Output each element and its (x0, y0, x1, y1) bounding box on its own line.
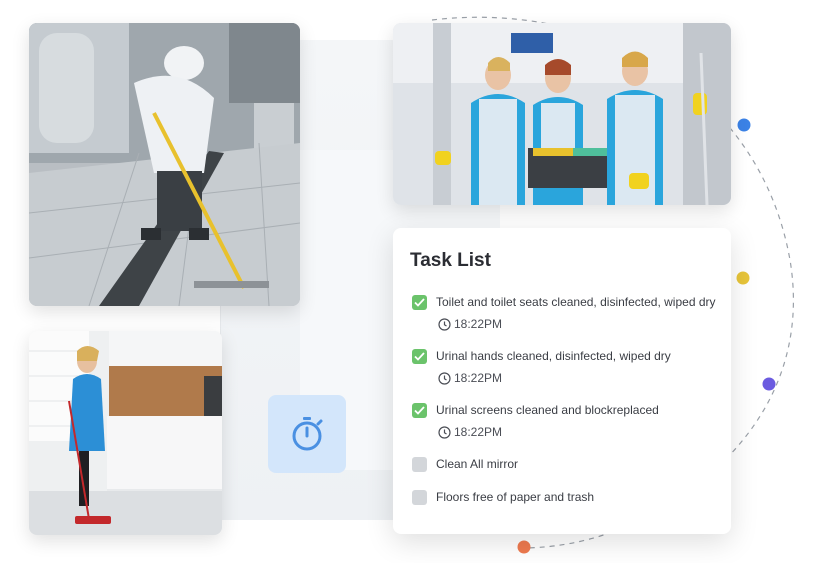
checkbox-unchecked[interactable] (412, 457, 427, 472)
task-label: Urinal screens cleaned and blockreplaced (436, 403, 659, 417)
clock-icon (438, 371, 451, 385)
task-time-value: 18:22PM (454, 371, 503, 385)
orbit-dot-yellow (736, 271, 750, 285)
orbit-dot-orange (517, 540, 531, 554)
worker-mopping-factory-floor-photo (29, 23, 300, 306)
task-time: 18:22PM (438, 371, 502, 385)
task-time-value: 18:22PM (454, 425, 503, 439)
task-label: Clean All mirror (436, 457, 519, 471)
orbit-dot-blue (737, 118, 751, 132)
checkbox-unchecked[interactable] (412, 490, 427, 505)
stopwatch-icon (292, 417, 323, 451)
checkbox-checked[interactable] (412, 403, 427, 418)
clock-icon (438, 425, 451, 439)
checkbox-checked[interactable] (412, 295, 427, 310)
task-time-value: 18:22PM (454, 317, 503, 331)
orbit-dot-purple (762, 377, 776, 391)
task-label: Toilet and toilet seats cleaned, disinfe… (436, 295, 716, 309)
task-list-card: Task List Toilet and toilet seats cleane… (393, 228, 731, 534)
task-time: 18:22PM (438, 425, 502, 439)
cleaning-team-photo (393, 23, 731, 205)
woman-sweeping-kitchen-photo (29, 331, 222, 535)
stopwatch-tile (268, 395, 346, 473)
task-list-title: Task List (410, 250, 491, 271)
clock-icon (438, 317, 451, 331)
task-label: Floors free of paper and trash (436, 490, 595, 504)
task-label: Urinal hands cleaned, disinfected, wiped… (436, 349, 671, 363)
task-time: 18:22PM (438, 317, 502, 331)
checkbox-checked[interactable] (412, 349, 427, 364)
